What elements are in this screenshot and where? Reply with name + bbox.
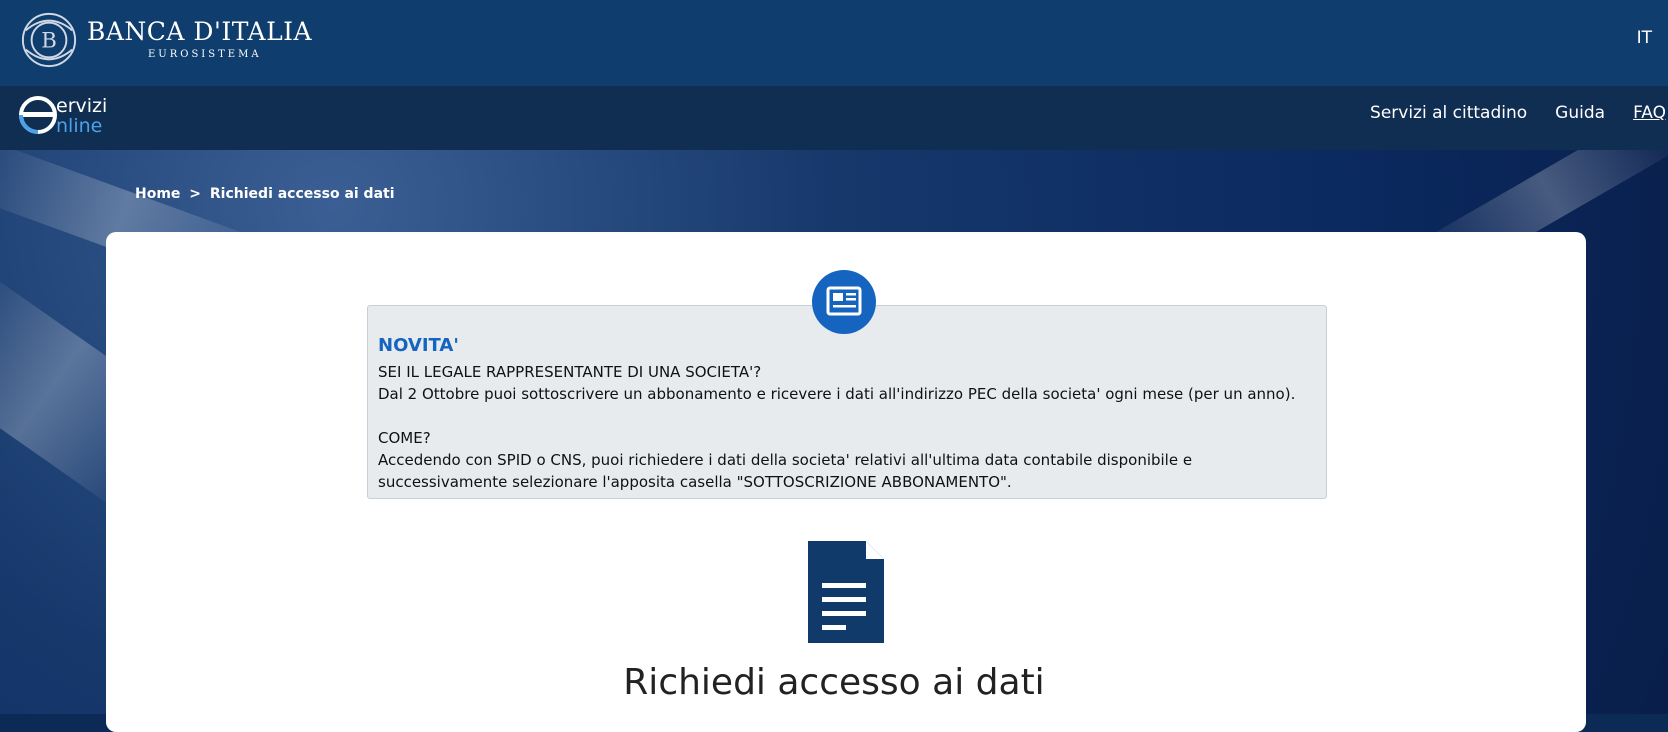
newspaper-icon bbox=[812, 270, 876, 334]
document-icon bbox=[808, 541, 884, 643]
brand-subtitle: EUROSISTEMA bbox=[148, 49, 262, 60]
breadcrumb: Home > Richiedi accesso ai dati bbox=[135, 186, 399, 202]
brand-name: BANCA D'ITALIA bbox=[87, 17, 313, 46]
top-header: B BANCA D'ITALIA EUROSISTEMA IT bbox=[0, 0, 1668, 86]
main-nav: Servizi al cittadino Guida FAQ bbox=[1370, 103, 1668, 123]
news-title: NOVITA' bbox=[378, 335, 459, 356]
news-line: Dal 2 Ottobre puoi sottoscrivere un abbo… bbox=[378, 385, 1296, 403]
news-line: COME? bbox=[378, 429, 431, 447]
nav-guida[interactable]: Guida bbox=[1555, 103, 1605, 123]
bank-logo-icon[interactable]: B bbox=[20, 10, 78, 70]
breadcrumb-current: Richiedi accesso ai dati bbox=[209, 186, 395, 202]
nav-faq[interactable]: FAQ bbox=[1633, 103, 1666, 123]
service-logo-line1: ervizi bbox=[56, 95, 108, 117]
nav-servizi-al-cittadino[interactable]: Servizi al cittadino bbox=[1370, 103, 1527, 123]
service-logo-line2: nline bbox=[56, 115, 103, 137]
servizi-online-logo-icon[interactable] bbox=[18, 94, 58, 136]
language-selector[interactable]: IT bbox=[1637, 28, 1652, 48]
breadcrumb-home[interactable]: Home bbox=[135, 186, 180, 202]
news-line: successivamente selezionare l'apposita c… bbox=[378, 473, 1012, 491]
svg-text:B: B bbox=[41, 29, 57, 54]
news-line: SEI IL LEGALE RAPPRESENTANTE DI UNA SOCI… bbox=[378, 363, 762, 381]
news-body: SEI IL LEGALE RAPPRESENTANTE DI UNA SOCI… bbox=[378, 361, 1318, 493]
page-title: Richiedi accesso ai dati bbox=[623, 662, 1045, 703]
news-line: Accedendo con SPID o CNS, puoi richieder… bbox=[378, 451, 1193, 469]
breadcrumb-separator: > bbox=[189, 186, 202, 202]
